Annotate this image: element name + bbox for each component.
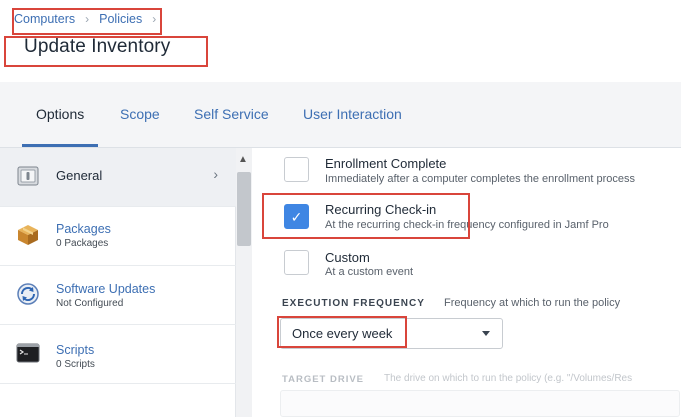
sidebar-item-label: Software Updates [56,282,156,296]
sidebar-item-label: Packages [56,222,111,236]
sidebar-item-general[interactable]: General › [0,148,236,207]
tab-bar: Options Scope Self Service User Interact… [0,82,681,148]
sidebar-item-scripts[interactable]: Scripts 0 Scripts [0,325,236,384]
trigger-description: Immediately after a computer completes t… [325,173,635,185]
payload-sidebar: General › Packages 0 Packages Software U… [0,148,236,417]
sidebar-item-label: General [56,168,103,183]
tab-options[interactable]: Options [36,106,84,122]
custom-checkbox[interactable] [284,250,309,275]
target-drive-description: The drive on which to run the policy (e.… [384,373,633,384]
dropdown-caret-icon [482,331,490,336]
trigger-title: Custom [325,250,370,265]
tab-user-interaction[interactable]: User Interaction [303,106,402,122]
sidebar-item-subtitle: Not Configured [56,298,124,309]
trigger-title: Enrollment Complete [325,156,447,171]
target-drive-label: TARGET DRIVE [282,374,365,385]
sidebar-item-label: Scripts [56,343,95,357]
target-drive-input[interactable] [280,390,680,417]
package-icon [16,223,40,247]
scroll-up-arrow-icon[interactable]: ▲ [238,154,248,165]
breadcrumb-highlight [12,8,162,35]
terminal-icon [16,341,40,365]
sidebar-item-packages[interactable]: Packages 0 Packages [0,207,236,266]
scrollbar-thumb[interactable] [237,172,251,246]
options-panel: Enrollment Complete Immediately after a … [252,148,681,417]
sidebar-item-subtitle: 0 Scripts [56,359,95,370]
tab-scope[interactable]: Scope [120,106,160,122]
execution-frequency-label: EXECUTION FREQUENCY [282,298,425,309]
active-tab-indicator [22,144,98,147]
chevron-right-icon: › [213,166,218,182]
sidebar-item-subtitle: 0 Packages [56,238,109,249]
tab-self-service[interactable]: Self Service [194,106,269,122]
recurring-check-in-highlight [262,193,470,239]
title-highlight [4,36,208,67]
software-update-icon [16,282,40,306]
sidebar-item-software-updates[interactable]: Software Updates Not Configured [0,266,236,325]
trigger-description: At a custom event [325,266,414,278]
frequency-select-highlight [277,316,407,348]
execution-frequency-description: Frequency at which to run the policy [444,297,621,309]
trigger-custom: Custom At a custom event [252,247,681,297]
general-icon [16,164,40,188]
enrollment-complete-checkbox[interactable] [284,157,309,182]
